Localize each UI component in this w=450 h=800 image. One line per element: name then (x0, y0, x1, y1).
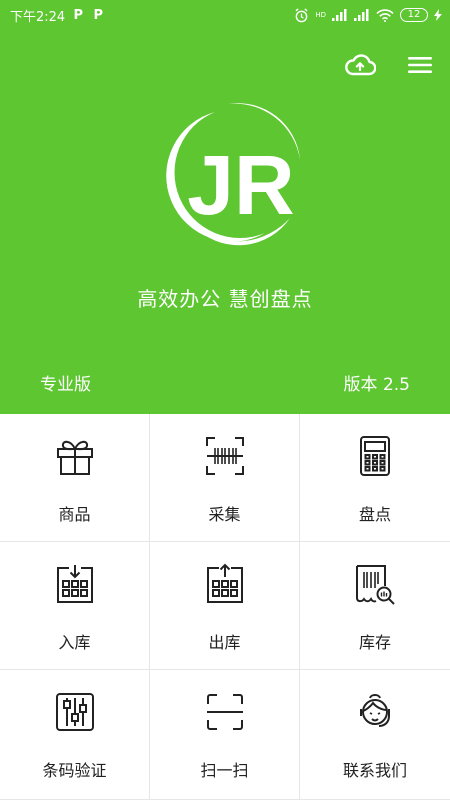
signal-icon (354, 9, 369, 21)
customer-service-icon (360, 694, 390, 727)
status-time: 下午2:24 (10, 9, 66, 25)
grid-item-inbound[interactable]: 入库 (0, 542, 150, 670)
edition-label: 专业版 (40, 375, 91, 395)
menu-button[interactable] (403, 50, 437, 80)
outbound-icon (206, 563, 243, 603)
function-grid: 商品 采集 盘点 入库 出库 库存 条码验证 扫一扫 联系我们 (0, 414, 450, 800)
grid-item-contact[interactable]: 联系我们 (300, 670, 450, 800)
grid-item-label: 条码验证 (42, 761, 107, 780)
grid-item-barcode-verify[interactable]: 条码验证 (0, 670, 150, 800)
grid-item-label: 商品 (58, 505, 91, 524)
grid-item-goods[interactable]: 商品 (0, 414, 150, 542)
gift-icon (56, 440, 93, 475)
wifi-icon (376, 8, 394, 22)
logo-letters: JR (187, 138, 294, 232)
grid-item-label: 采集 (208, 505, 241, 524)
charging-icon (434, 9, 442, 21)
grid-item-label: 盘点 (358, 505, 391, 524)
p-notification-icon: P (93, 7, 103, 23)
battery-indicator: 12 (400, 8, 428, 22)
hd-label: HD (315, 10, 326, 19)
slogan: 高效办公 慧创盘点 (137, 287, 313, 311)
upload-button[interactable] (343, 50, 377, 80)
grid-item-label: 入库 (58, 633, 91, 652)
jr-logo: JR (166, 103, 300, 246)
sliders-icon (55, 693, 94, 731)
grid-item-collect[interactable]: 采集 (150, 414, 300, 542)
barcode-scan-icon (205, 437, 244, 475)
grid-item-label: 扫一扫 (200, 761, 249, 780)
status-bar: 下午2:24 P P HD 12 (0, 0, 450, 30)
grid-item-scan[interactable]: 扫一扫 (150, 670, 300, 800)
signal-icon (332, 9, 347, 21)
inbound-icon (56, 565, 93, 603)
grid-item-label: 联系我们 (342, 761, 407, 780)
alarm-icon (295, 7, 308, 22)
p-notification-icon: P (73, 7, 83, 23)
grid-item-stocktake[interactable]: 盘点 (300, 414, 450, 542)
hero-header: 下午2:24 P P HD 12 JR 高效办公 慧创盘点 专业版 版本 2.5 (0, 0, 450, 414)
grid-item-label: 出库 (208, 633, 241, 652)
calculator-icon (360, 436, 390, 476)
cloud-upload-icon (345, 54, 376, 76)
version-label: 版本 2.5 (343, 375, 410, 395)
grid-item-inventory[interactable]: 库存 (300, 542, 450, 670)
grid-item-outbound[interactable]: 出库 (150, 542, 300, 670)
scan-frame-icon (206, 694, 243, 730)
grid-item-label: 库存 (358, 633, 391, 652)
inventory-receipt-icon (356, 565, 395, 605)
menu-icon (408, 57, 432, 73)
